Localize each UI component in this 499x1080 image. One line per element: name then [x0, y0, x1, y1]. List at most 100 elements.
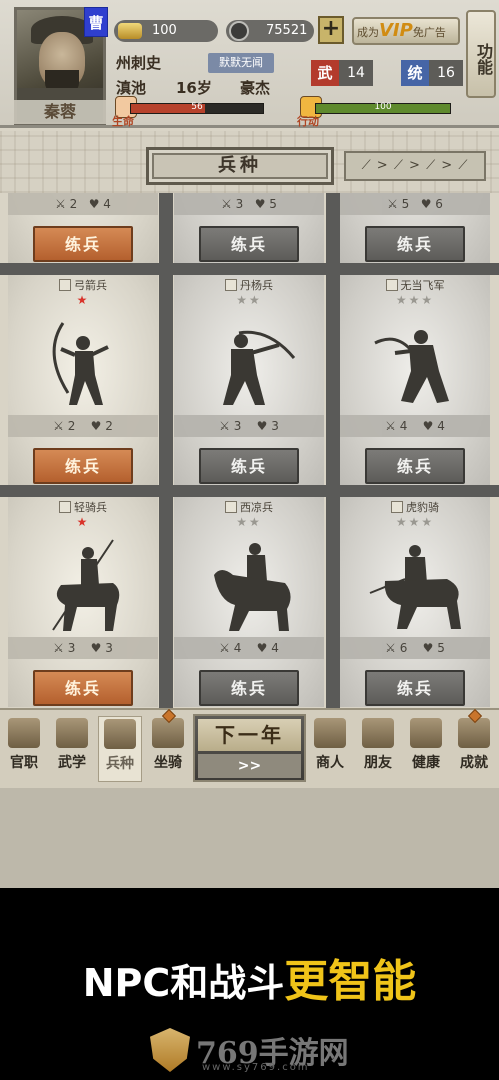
- unit-card[interactable]: 轻骑兵 ★ ⚔ 3 ♥ 3 练兵: [8, 497, 158, 707]
- unit-stats: ⚔ 3 ♥ 5: [174, 193, 324, 215]
- coin-value: 75521: [266, 23, 308, 38]
- unit-name: 轻骑兵: [74, 501, 107, 514]
- unit-card[interactable]: 无当飞军 ★★★ ⚔ 4 ♥ 4 练兵: [340, 275, 490, 485]
- unit-name: 虎豹骑: [406, 501, 439, 514]
- unit-attack: 3: [233, 419, 242, 433]
- unit-health: 4: [103, 197, 111, 211]
- sword-icon: ⚔: [219, 641, 230, 655]
- unit-name: 无当飞军: [400, 279, 445, 292]
- heart-icon: ♥: [422, 419, 434, 433]
- train-button[interactable]: 练兵: [199, 226, 299, 262]
- sword-icon: ⚔: [385, 641, 396, 655]
- nav-official-rank[interactable]: 官职: [2, 716, 46, 782]
- vip-suffix: 免广告: [412, 26, 446, 39]
- nav-health[interactable]: 健康: [404, 716, 448, 782]
- unit-type-icon: [385, 279, 398, 291]
- nav-mount[interactable]: 坐骑: [146, 708, 190, 782]
- train-button[interactable]: 练兵: [33, 670, 133, 706]
- unit-stats: ⚔ 3 ♥ 3: [174, 415, 324, 437]
- troops-icon: [104, 719, 136, 749]
- train-button[interactable]: 练兵: [365, 670, 465, 706]
- nav-label: 健康: [412, 755, 440, 771]
- weapon-upgrade-sequence[interactable]: ⟋ > ⟋ > ⟋ > ⟋: [344, 151, 486, 181]
- martial-arts-icon: [56, 718, 88, 748]
- function-button[interactable]: 功能: [466, 10, 496, 98]
- unit-attack: 3: [67, 641, 76, 655]
- promo-text: NPC和战斗更智能: [0, 945, 499, 1009]
- official-rank-icon: [8, 718, 40, 748]
- heart-icon: ♥: [90, 419, 102, 433]
- unit-type-icon: [225, 501, 237, 513]
- nav-merchant[interactable]: 商人: [308, 716, 352, 782]
- unit-health: 5: [437, 641, 445, 655]
- nav-achievements[interactable]: 成就: [452, 708, 496, 782]
- vip-button[interactable]: 成为VIP免广告: [352, 17, 460, 45]
- nav-troops[interactable]: 兵种: [98, 716, 142, 782]
- coin-icon: [229, 21, 249, 41]
- age-text: 16岁: [176, 79, 212, 97]
- action-bar: 100: [315, 102, 451, 114]
- unit-card-partial: ⚔ 5 ♥ 6 练兵: [340, 193, 490, 263]
- unit-stats: ⚔ 3 ♥ 3: [8, 637, 158, 659]
- unit-card-partial: ⚔ 2 ♥ 4 练兵: [8, 193, 158, 263]
- unit-health: 4: [437, 419, 445, 433]
- next-year-arrow: >>: [198, 754, 301, 778]
- train-button[interactable]: 练兵: [365, 448, 465, 484]
- heart-icon: ♥: [90, 641, 102, 655]
- unit-card[interactable]: 西凉兵 ★★ ⚔ 4 ♥ 4 练兵: [174, 497, 324, 707]
- nav-friends[interactable]: 朋友: [356, 716, 400, 782]
- unit-attack: 4: [399, 419, 408, 433]
- friends-icon: [362, 718, 394, 748]
- train-button[interactable]: 练兵: [365, 226, 465, 262]
- merchant-icon: [314, 718, 346, 748]
- nav-label: 官职: [10, 755, 38, 771]
- command-value: 16: [429, 60, 463, 86]
- unit-health: 5: [269, 197, 277, 211]
- sword-icon: ⚔: [53, 419, 64, 433]
- unit-card[interactable]: 虎豹骑 ★★★ ⚔ 6 ♥ 5 练兵: [340, 497, 490, 707]
- unit-stars: ★★: [236, 293, 262, 307]
- coin-display: 75521: [226, 20, 314, 42]
- next-year-button[interactable]: 下一年 >>: [193, 714, 306, 782]
- reputation-tag[interactable]: 默默无闻: [208, 53, 274, 73]
- unit-card[interactable]: 弓箭兵 ★ ⚔ 2 ♥ 2 练兵: [8, 275, 158, 485]
- unit-name: 弓箭兵: [74, 279, 107, 292]
- martial-value: 14: [339, 60, 373, 86]
- nav-martial-arts[interactable]: 武学: [50, 716, 94, 782]
- unit-name: 丹杨兵: [240, 279, 273, 292]
- location-text: 滇池: [116, 79, 147, 97]
- unit-stars: ★★★: [395, 515, 435, 529]
- character-name: 秦蓉: [14, 100, 106, 124]
- nav-label: 坐骑: [154, 755, 182, 771]
- heart-icon: ♥: [256, 419, 268, 433]
- faction-badge: 曹: [84, 7, 108, 37]
- unit-stars: ★: [76, 515, 90, 529]
- train-button[interactable]: 练兵: [33, 448, 133, 484]
- nav-label: 成就: [460, 755, 488, 771]
- watermark: 769手游网 www.sy769.com: [150, 1026, 360, 1076]
- action-value: 100: [374, 102, 392, 112]
- vip-label: VIP: [379, 20, 413, 41]
- train-button[interactable]: 练兵: [199, 448, 299, 484]
- nav-label: 兵种: [106, 756, 134, 772]
- unit-card-partial: ⚔ 3 ♥ 5 练兵: [174, 193, 324, 263]
- official-title: 州刺史: [116, 54, 162, 72]
- gold-value: 100: [152, 23, 177, 38]
- unit-health: 4: [271, 641, 279, 655]
- promo-text-white: NPC和战斗: [82, 961, 285, 1005]
- watermark-url: www.sy769.com: [202, 1062, 310, 1073]
- unit-grid[interactable]: ⚔ 2 ♥ 4 练兵 ⚔ 3 ♥ 5 练兵 ⚔ 5 ♥ 6 练兵 弓箭兵 ★ ⚔ 2 …: [0, 193, 499, 708]
- add-currency-button[interactable]: +: [318, 16, 344, 44]
- unit-card[interactable]: 丹杨兵 ★★ ⚔ 3 ♥ 3 练兵: [174, 275, 324, 485]
- martial-label: 武: [311, 60, 339, 86]
- unit-type-icon: [391, 501, 403, 513]
- sword-icon: ⚔: [53, 641, 64, 655]
- unit-stars: ★★: [236, 515, 262, 529]
- nav-label: 武学: [58, 755, 86, 771]
- train-button[interactable]: 练兵: [33, 226, 133, 262]
- train-button[interactable]: 练兵: [199, 670, 299, 706]
- promo-text-highlight: 更智能: [284, 956, 417, 1007]
- unit-attack: 2: [69, 197, 78, 211]
- unit-attack: 2: [67, 419, 76, 433]
- unit-stats: ⚔ 5 ♥ 6: [340, 193, 490, 215]
